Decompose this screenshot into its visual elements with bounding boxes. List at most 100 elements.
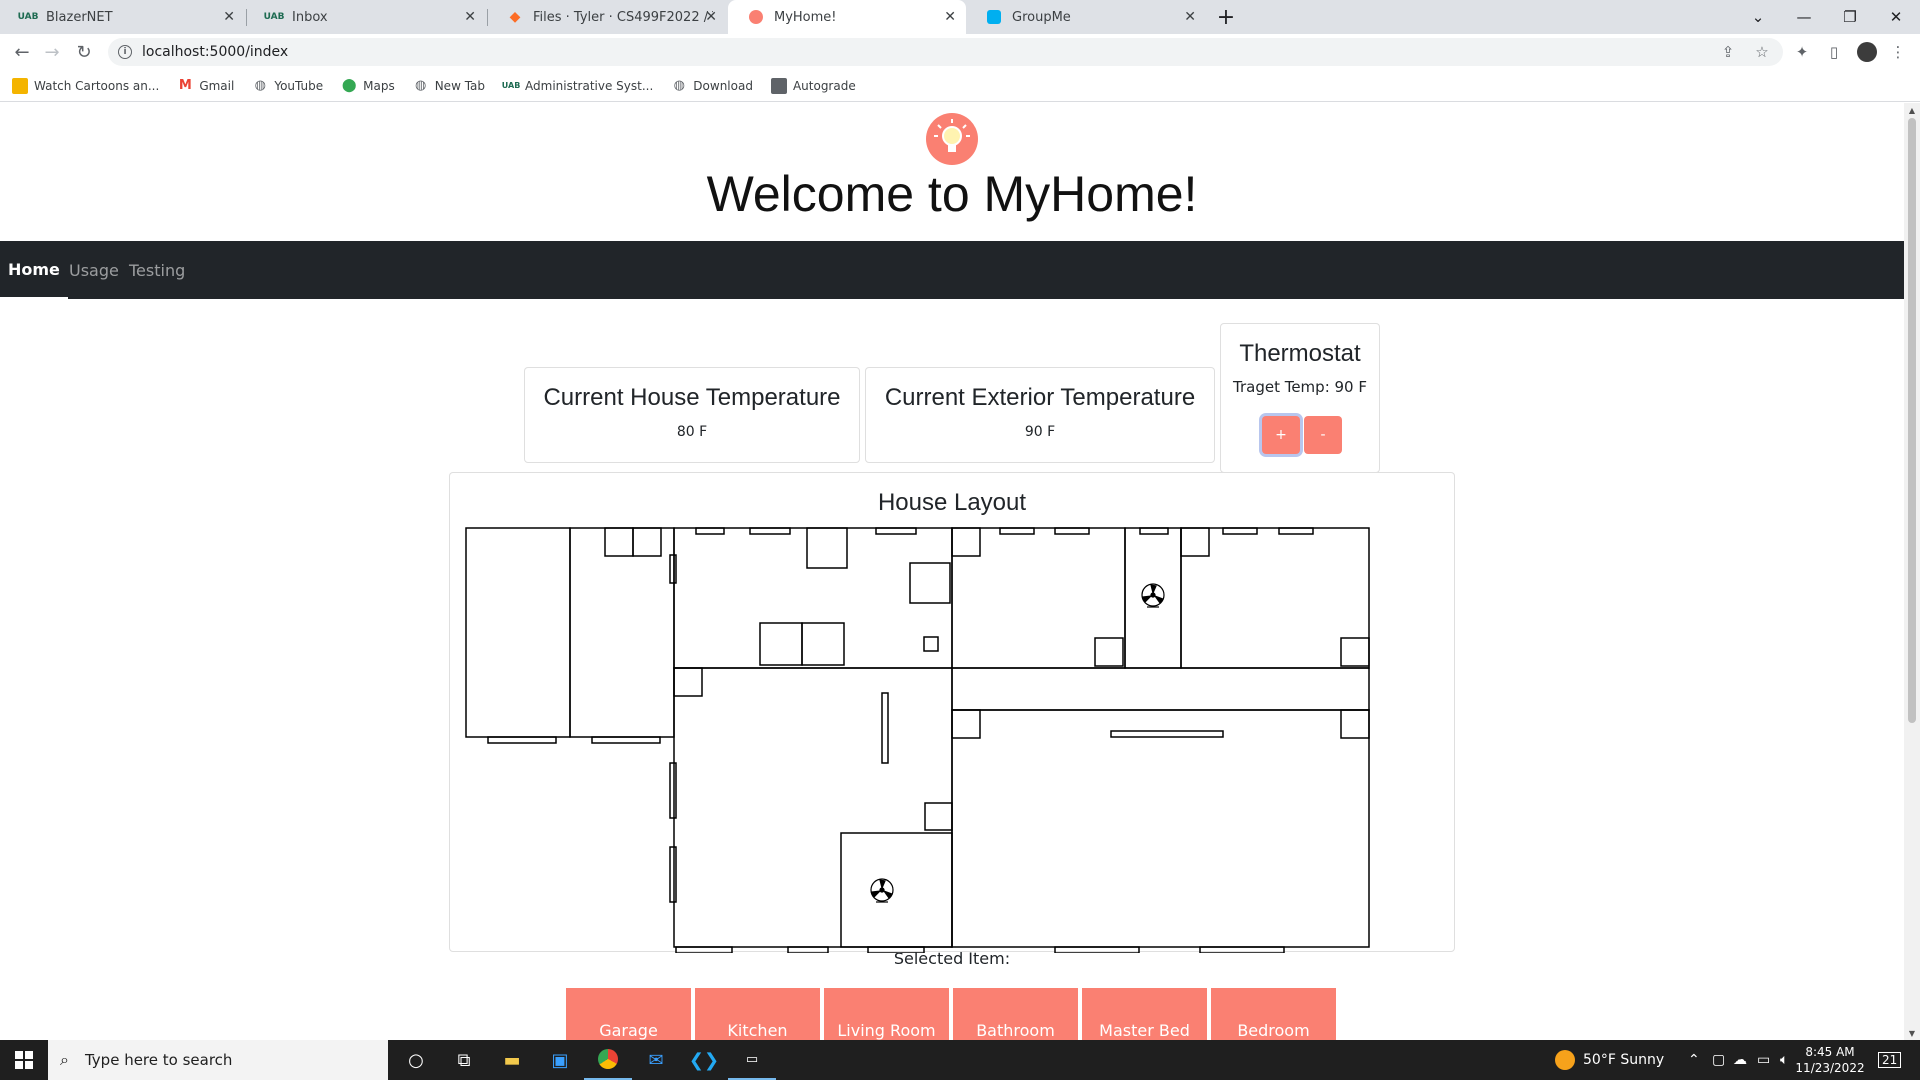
tab-inbox[interactable]: UAB Inbox ✕ — [246, 0, 486, 34]
selected-item-label: Selected Item: — [893, 949, 1011, 968]
side-panel-icon[interactable]: ▯ — [1824, 42, 1844, 62]
scroll-up-icon[interactable]: ▲ — [1904, 103, 1920, 117]
lightbulb-logo-icon — [926, 113, 978, 165]
room-button-bedroom[interactable]: Bedroom — [1211, 988, 1336, 1040]
bookmark-item[interactable]: Autograde — [770, 77, 856, 94]
exterior-temperature-value: 90 F — [1024, 424, 1056, 440]
house-floorplan[interactable] — [450, 473, 1456, 953]
notification-center-icon[interactable]: 21 — [1878, 1040, 1902, 1080]
nav-usage[interactable]: Usage — [69, 241, 119, 299]
groupme-icon — [986, 9, 1002, 25]
tab-search-icon[interactable]: ⌄ — [1735, 0, 1781, 34]
uab-logo-icon: UAB — [17, 12, 39, 22]
room-button-kitchen[interactable]: Kitchen — [695, 988, 820, 1040]
taskbar-search[interactable]: ⌕ Type here to search — [48, 1040, 388, 1080]
room-button-garage[interactable]: Garage — [566, 988, 691, 1040]
nav-home[interactable]: Home — [0, 241, 68, 299]
forward-icon[interactable]: → — [40, 40, 64, 64]
uab-logo-icon: UAB — [501, 81, 521, 90]
extensions-icon[interactable]: ✦ — [1792, 42, 1812, 62]
store-icon[interactable]: ▣ — [536, 1040, 584, 1080]
card-title: Current Exterior Temperature — [884, 384, 1196, 411]
scroll-down-icon[interactable]: ▼ — [1904, 1026, 1920, 1040]
reload-icon[interactable]: ↻ — [72, 40, 96, 64]
ceiling-fan-icon — [870, 878, 894, 903]
bookmark-item[interactable]: ◍ Download — [671, 78, 753, 94]
close-icon[interactable]: ✕ — [1184, 9, 1196, 25]
bedroom-room — [951, 527, 1126, 669]
close-icon[interactable]: ✕ — [223, 9, 235, 25]
card-title: Current House Temperature — [543, 384, 841, 411]
windows-taskbar: ⌕ Type here to search ○ ⧉ ▬ ▣ ✉ ❮❯ ▭ 50°… — [0, 1040, 1920, 1080]
profile-avatar[interactable] — [1857, 42, 1877, 62]
weather-widget[interactable]: 50°F Sunny — [1555, 1040, 1664, 1080]
sun-icon — [1555, 1050, 1575, 1070]
tab-title: GroupMe — [1012, 9, 1071, 25]
share-icon[interactable]: ⇪ — [1718, 42, 1738, 62]
close-icon[interactable]: ✕ — [705, 9, 717, 25]
scrollbar-thumb[interactable] — [1908, 118, 1916, 723]
garage-room — [465, 527, 571, 738]
back-icon[interactable]: ← — [10, 40, 34, 64]
volume-icon[interactable]: 🔈︎ — [1780, 1040, 1788, 1080]
tab-groupme[interactable]: GroupMe ✕ — [966, 0, 1206, 34]
file-explorer-icon[interactable]: ▬ — [488, 1040, 536, 1080]
browser-toolbar: ← → ↻ i localhost:5000/index ⇪ ☆ ✦ ▯ ⋮ — [0, 34, 1920, 70]
tab-myhome[interactable]: MyHome! ✕ — [728, 0, 966, 34]
vscode-icon[interactable]: ❮❯ — [680, 1040, 728, 1080]
tab-files[interactable]: ◆ Files · Tyler · CS499F2022 / Team ✕ — [487, 0, 727, 34]
page-viewport: Welcome to MyHome! Home Usage Testing Cu… — [0, 103, 1904, 1040]
page-title: Welcome to MyHome! — [706, 166, 1198, 222]
bookmark-star-icon[interactable]: ☆ — [1752, 42, 1772, 62]
nav-testing[interactable]: Testing — [129, 241, 185, 299]
maps-pin-icon: ⬤ — [341, 78, 357, 93]
living-room — [673, 667, 953, 948]
tab-blazernet[interactable]: UAB BlazerNET ✕ — [0, 0, 245, 34]
menu-icon[interactable]: ⋮ — [1888, 42, 1908, 62]
room-button-master-bed[interactable]: Master Bed — [1082, 988, 1207, 1040]
onedrive-icon[interactable]: ☁ — [1733, 1040, 1747, 1080]
restore-icon[interactable]: ❐ — [1827, 0, 1873, 34]
network-icon[interactable]: ▭ — [1757, 1040, 1770, 1080]
globe-icon: ◍ — [673, 78, 685, 93]
room-button-living-room[interactable]: Living Room — [824, 988, 949, 1040]
close-window-icon[interactable]: ✕ — [1873, 0, 1919, 34]
url-text[interactable]: localhost:5000/index — [142, 44, 288, 60]
terminal-icon[interactable]: ▭ — [728, 1040, 776, 1080]
bookmark-item[interactable]: ◍ YouTube — [252, 78, 323, 94]
close-icon[interactable]: ✕ — [464, 9, 476, 25]
address-bar[interactable]: i localhost:5000/index — [108, 38, 1783, 66]
decrease-temp-button[interactable]: - — [1304, 416, 1342, 454]
folder-icon — [12, 77, 28, 94]
main-navbar: Home Usage Testing — [0, 241, 1904, 299]
bookmark-item[interactable]: M Gmail — [177, 78, 234, 94]
bookmark-item[interactable]: ⬤ Maps — [341, 78, 395, 94]
page-scrollbar[interactable]: ▲ ▼ — [1904, 103, 1920, 1040]
bookmark-item[interactable]: Watch Cartoons an... — [12, 77, 159, 94]
cortana-icon[interactable]: ○ — [392, 1040, 440, 1080]
house-temperature-value: 80 F — [676, 424, 708, 440]
search-icon: ⌕ — [60, 1050, 69, 1069]
gmail-icon: M — [178, 78, 192, 93]
minimize-icon[interactable]: — — [1781, 0, 1827, 34]
task-view-icon[interactable]: ⧉ — [440, 1040, 488, 1080]
increase-temp-button[interactable]: + — [1262, 416, 1300, 454]
bookmark-item[interactable]: ◍ New Tab — [413, 78, 485, 94]
exterior-temperature-card: Current Exterior Temperature 90 F — [865, 367, 1215, 463]
chrome-icon[interactable] — [584, 1040, 632, 1080]
info-icon[interactable]: i — [118, 45, 132, 59]
new-tab-button[interactable]: + — [1203, 0, 1249, 34]
notification-count: 21 — [1878, 1052, 1902, 1068]
show-hidden-icons[interactable]: ⌃ — [1688, 1040, 1700, 1080]
ceiling-fan-icon — [1141, 583, 1165, 608]
bookmark-item[interactable]: UAB Administrative Syst... — [501, 78, 654, 94]
room-button-bathroom[interactable]: Bathroom — [953, 988, 1078, 1040]
tab-title: Files · Tyler · CS499F2022 / Team — [533, 9, 713, 25]
mail-icon[interactable]: ✉ — [632, 1040, 680, 1080]
device-icon[interactable]: ▢ — [1712, 1040, 1725, 1080]
windows-start-icon[interactable] — [0, 1040, 48, 1080]
close-icon[interactable]: ✕ — [944, 9, 956, 25]
clock[interactable]: 8:45 AM 11/23/2022 — [1795, 1040, 1864, 1080]
uab-logo-icon: UAB — [263, 12, 285, 22]
search-placeholder[interactable]: Type here to search — [85, 1051, 232, 1069]
